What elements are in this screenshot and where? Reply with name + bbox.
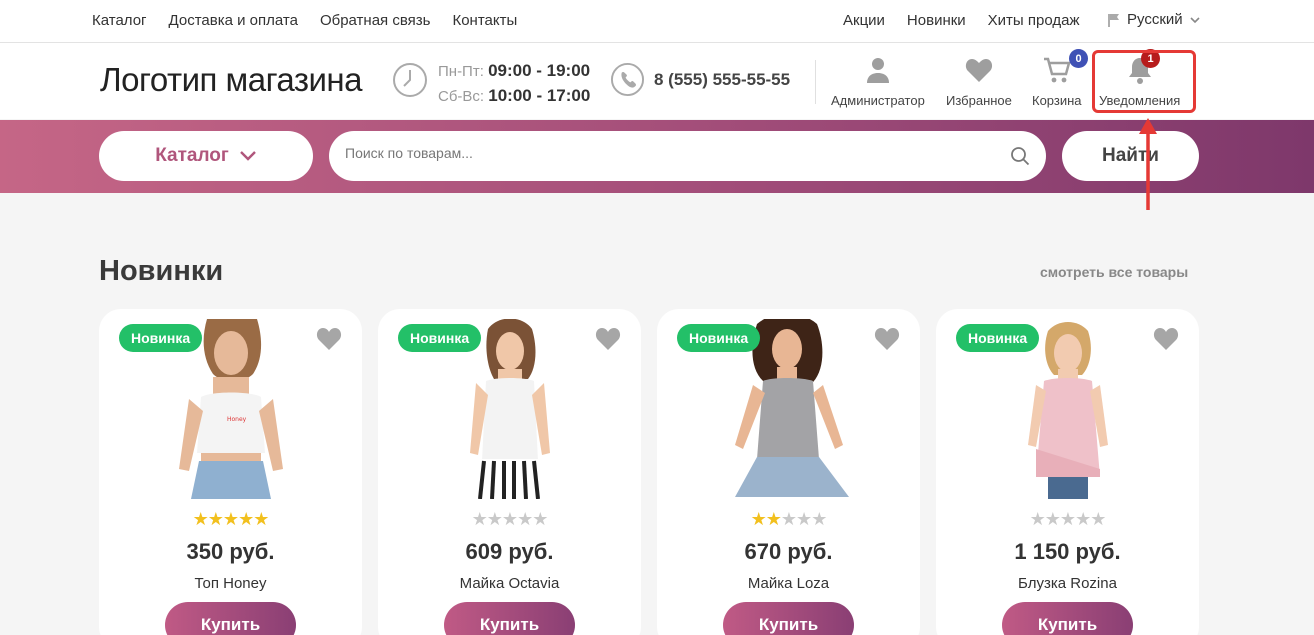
- new-badge: Новинка: [119, 324, 203, 352]
- annotation-arrow-icon: [1139, 118, 1157, 210]
- product-list: Honey Новинка ★★★★★ 350 руб. Топ Honey К…: [99, 309, 1199, 635]
- language-selector[interactable]: Русский: [1107, 11, 1201, 28]
- working-hours: Пн-Пт: 09:00 - 19:00 Сб-Вс: 10:00 - 17:0…: [438, 59, 590, 109]
- flag-icon: [1108, 13, 1119, 27]
- clock-icon: [393, 63, 427, 97]
- favorites-label: Избранное: [946, 93, 1012, 108]
- top-nav-delivery[interactable]: Доставка и оплата: [169, 12, 298, 29]
- cart-label: Корзина: [1032, 93, 1082, 108]
- language-label: Русский: [1127, 11, 1183, 28]
- product-card[interactable]: Honey Новинка ★★★★★ 350 руб. Топ Honey К…: [99, 309, 362, 635]
- user-icon: [866, 58, 889, 83]
- top-nav-contacts[interactable]: Контакты: [452, 12, 517, 29]
- rating-stars: ★★★★★: [1029, 509, 1107, 529]
- heart-icon[interactable]: [316, 327, 342, 351]
- product-card[interactable]: Новинка ★★★★★ 609 руб. Майка Octavia Куп…: [378, 309, 641, 635]
- product-card[interactable]: Новинка ★★★★★ 670 руб. Майка Loza Купить: [657, 309, 920, 635]
- product-name[interactable]: Майка Loza: [657, 575, 920, 592]
- catalog-dropdown-button[interactable]: Каталог: [99, 131, 313, 181]
- new-badge: Новинка: [956, 324, 1040, 352]
- product-price: 350 руб.: [186, 539, 275, 564]
- cart-count-badge: 0: [1069, 49, 1088, 68]
- heart-icon: [965, 59, 993, 82]
- search-band: Каталог Найти: [0, 120, 1314, 193]
- product-name[interactable]: Топ Honey: [99, 575, 362, 592]
- top-nav-right: Акции Новинки Хиты продаж: [843, 12, 1079, 29]
- heart-icon[interactable]: [874, 327, 900, 351]
- section-title: Новинки: [99, 255, 224, 287]
- weekend-hours: 10:00 - 17:00: [488, 86, 591, 105]
- see-all-link[interactable]: смотреть все товары: [1040, 264, 1188, 280]
- store-logo[interactable]: Логотип магазина: [100, 61, 363, 99]
- top-nav: Каталог Доставка и оплата Обратная связь…: [92, 12, 517, 29]
- phone-number[interactable]: 8 (555) 555-55-55: [654, 70, 790, 90]
- rating-stars: ★★★★★: [750, 509, 828, 529]
- favorites-button[interactable]: Избранное: [946, 55, 1012, 108]
- top-nav-promos[interactable]: Акции: [843, 12, 885, 29]
- new-badge: Новинка: [398, 324, 482, 352]
- buy-button[interactable]: Купить: [723, 602, 854, 635]
- product-price: 609 руб.: [465, 539, 554, 564]
- buy-button[interactable]: Купить: [165, 602, 296, 635]
- weekday-hours: 09:00 - 19:00: [488, 61, 591, 80]
- product-price: 670 руб.: [744, 539, 833, 564]
- find-button[interactable]: Найти: [1062, 131, 1199, 181]
- header-divider: [815, 60, 816, 104]
- rating-stars: ★★★★★: [471, 509, 549, 529]
- buy-button[interactable]: Купить: [444, 602, 575, 635]
- product-card[interactable]: Новинка ★★★★★ 1 150 руб. Блузка Rozina К…: [936, 309, 1199, 635]
- cart-button[interactable]: Корзина 0: [1032, 49, 1088, 108]
- search-box: [329, 131, 1046, 181]
- cart-icon: [1043, 57, 1071, 83]
- top-nav-hits[interactable]: Хиты продаж: [988, 12, 1080, 29]
- phone-icon: [610, 62, 645, 97]
- top-nav-new[interactable]: Новинки: [907, 12, 966, 29]
- top-nav-catalog[interactable]: Каталог: [92, 12, 147, 29]
- weekday-label: Пн-Пт:: [438, 63, 484, 80]
- top-nav-feedback[interactable]: Обратная связь: [320, 12, 431, 29]
- chevron-down-icon: [239, 151, 256, 161]
- product-price: 1 150 руб.: [1014, 539, 1121, 564]
- buy-button[interactable]: Купить: [1002, 602, 1133, 635]
- rating-stars: ★★★★★: [192, 509, 270, 529]
- svg-text:Honey: Honey: [227, 416, 247, 423]
- heart-icon[interactable]: [595, 327, 621, 351]
- admin-button[interactable]: Администратор: [831, 55, 925, 108]
- chevron-down-icon: [1190, 16, 1200, 23]
- new-badge: Новинка: [677, 324, 761, 352]
- notifications-highlight-box: [1092, 50, 1196, 113]
- search-icon[interactable]: [1010, 146, 1030, 166]
- search-input[interactable]: [345, 145, 985, 161]
- heart-icon[interactable]: [1153, 327, 1179, 351]
- product-name[interactable]: Майка Octavia: [378, 575, 641, 592]
- weekend-label: Сб-Вс:: [438, 88, 485, 105]
- top-bar: Каталог Доставка и оплата Обратная связь…: [0, 0, 1314, 43]
- product-name[interactable]: Блузка Rozina: [936, 575, 1199, 592]
- catalog-button-label: Каталог: [155, 145, 229, 166]
- admin-label: Администратор: [831, 93, 925, 108]
